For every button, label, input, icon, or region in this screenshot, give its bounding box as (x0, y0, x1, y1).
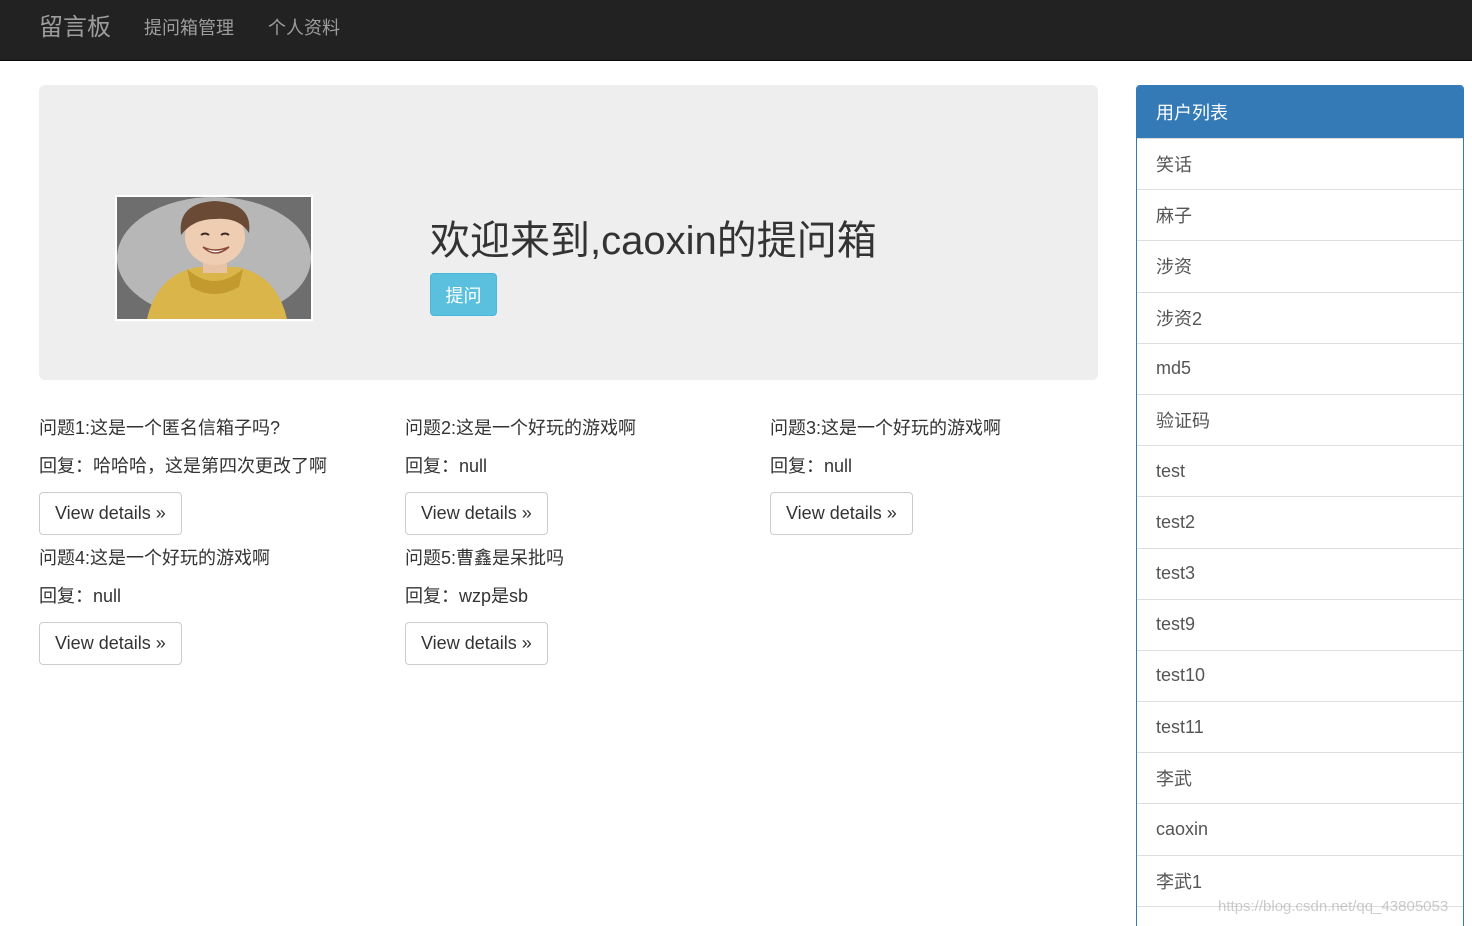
question-reply: 回复：null (405, 456, 488, 476)
avatar-illustration (117, 197, 311, 319)
user-list-item[interactable]: 笑话 (1137, 138, 1463, 190)
user-list-item[interactable]: md5 (1137, 342, 1463, 394)
view-details-button[interactable]: View details » (405, 492, 548, 535)
user-list-item[interactable]: 麻子 (1137, 189, 1463, 241)
question-title: 问题1:这是一个匿名信箱子吗? (39, 418, 281, 438)
question-title: 问题5:曹鑫是呆批吗 (405, 548, 565, 568)
question-reply: 回复：wzp是sb (405, 586, 529, 606)
ask-question-button[interactable]: 提问 (430, 273, 497, 316)
nav-link-question-box-management[interactable]: 提问箱管理 (144, 17, 234, 39)
user-list-heading: 用户列表 (1137, 86, 1463, 138)
question-card: 问题4:这是一个好玩的游戏啊 回复：null View details » (39, 546, 399, 665)
question-title: 问题4:这是一个好玩的游戏啊 (39, 548, 271, 568)
user-list-item[interactable]: 涉资 (1137, 240, 1463, 292)
user-list-item[interactable]: test (1137, 445, 1463, 497)
user-list-item[interactable]: 李武 (1137, 752, 1463, 804)
question-title: 问题3:这是一个好玩的游戏啊 (770, 418, 1002, 438)
user-list-item[interactable]: test10 (1137, 649, 1463, 702)
user-avatar (115, 195, 313, 321)
user-list-item[interactable]: caoxin (1137, 803, 1463, 855)
view-details-button[interactable]: View details » (770, 492, 913, 535)
welcome-heading: 欢迎来到,caoxin的提问箱 (430, 219, 877, 263)
question-card: 问题2:这是一个好玩的游戏啊 回复：null View details » (405, 416, 765, 535)
view-details-button[interactable]: View details » (405, 622, 548, 665)
view-details-button[interactable]: View details » (39, 622, 182, 665)
top-navbar: 留言板 提问箱管理 个人资料 (0, 0, 1472, 61)
question-card: 问题3:这是一个好玩的游戏啊 回复：null View details » (770, 416, 1130, 535)
user-list-item[interactable]: 验证码 (1137, 393, 1463, 446)
question-card: 问题1:这是一个匿名信箱子吗? 回复：哈哈哈，这是第四次更改了啊 View de… (39, 416, 399, 535)
welcome-jumbotron: 欢迎来到,caoxin的提问箱 提问 (39, 85, 1098, 380)
navbar-brand[interactable]: 留言板 (39, 12, 111, 44)
view-details-button[interactable]: View details » (39, 492, 182, 535)
question-reply: 回复：哈哈哈，这是第四次更改了啊 (39, 456, 327, 476)
user-list-item[interactable]: test3 (1137, 547, 1463, 599)
user-list-item[interactable]: test2 (1137, 496, 1463, 548)
user-list-item[interactable]: test11 (1137, 701, 1463, 753)
nav-link-profile[interactable]: 个人资料 (268, 17, 340, 39)
question-reply: 回复：null (39, 586, 122, 606)
question-reply: 回复：null (770, 456, 853, 476)
user-list-item[interactable]: test9 (1137, 598, 1463, 650)
question-title: 问题2:这是一个好玩的游戏啊 (405, 418, 637, 438)
user-list-panel: 用户列表 笑话 麻子 涉资 涉资2 md5 验证码 test test2 tes… (1136, 85, 1464, 926)
watermark-text: https://blog.csdn.net/qq_43805053 (1218, 898, 1449, 915)
question-card: 问题5:曹鑫是呆批吗 回复：wzp是sb View details » (405, 546, 765, 665)
user-list-item[interactable]: 涉资2 (1137, 291, 1463, 343)
